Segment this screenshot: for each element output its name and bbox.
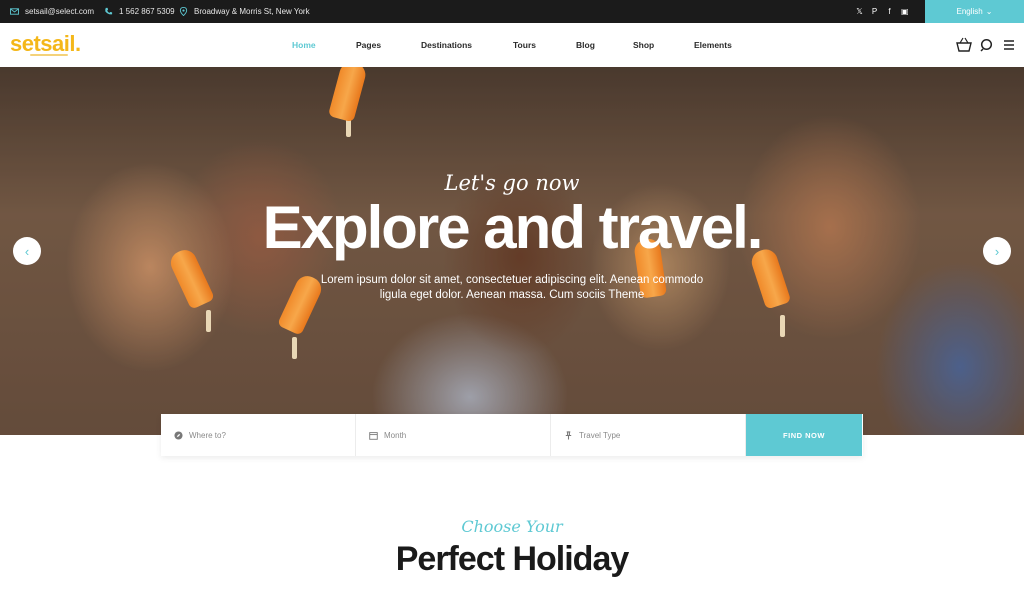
compass-icon — [174, 430, 183, 440]
where-to-placeholder: Where to? — [189, 430, 226, 440]
popsicle-stick — [780, 315, 785, 337]
facebook-icon[interactable]: f — [886, 0, 893, 23]
nav-shop[interactable]: Shop — [633, 40, 654, 50]
logo-underline — [30, 54, 68, 56]
chevron-left-icon: ‹ — [24, 243, 30, 259]
chevron-right-icon: › — [994, 243, 1000, 259]
tour-search-form: Where to? Month Travel Type FIND NOW — [161, 414, 863, 456]
location-pin-icon — [179, 7, 188, 16]
address-text: Broadway & Morris St, New York — [194, 7, 310, 16]
language-selector[interactable]: English ⌄ — [925, 0, 1024, 23]
where-to-field[interactable]: Where to? — [161, 414, 356, 456]
twitter-icon[interactable]: 𝕏 — [856, 0, 863, 23]
basket-icon[interactable] — [956, 35, 972, 55]
travel-type-field[interactable]: Travel Type — [551, 414, 746, 456]
nav-pages[interactable]: Pages — [356, 40, 381, 50]
pinterest-icon[interactable]: P — [871, 0, 878, 23]
nav-destinations[interactable]: Destinations — [421, 40, 472, 50]
month-field[interactable]: Month — [356, 414, 551, 456]
hero-subtitle: Let's go now — [444, 171, 580, 195]
phone-icon — [105, 7, 113, 15]
month-placeholder: Month — [384, 430, 407, 440]
email-text: setsail@select.com — [25, 7, 95, 16]
menu-icon[interactable] — [1002, 35, 1016, 55]
phone-text: 1 562 867 5309 — [119, 7, 175, 16]
pin-icon — [565, 430, 572, 440]
hero-text: Lorem ipsum dolor sit amet, consectetuer… — [300, 273, 724, 303]
language-label: English — [956, 7, 983, 16]
prev-slide-button[interactable]: ‹ — [13, 237, 41, 265]
top-bar: setsail@select.com 1 562 867 5309 Broadw… — [0, 0, 1024, 23]
next-slide-button[interactable]: › — [983, 237, 1011, 265]
section-subtitle: Choose Your — [461, 517, 563, 536]
social-links: 𝕏 P f ▣ — [856, 0, 908, 23]
hero-slider: Let's go now Explore and travel. Lorem i… — [0, 67, 1024, 435]
hero-text-line: Lorem ipsum dolor sit amet, consectetuer… — [320, 274, 704, 286]
address-link[interactable]: Broadway & Morris St, New York — [179, 0, 310, 23]
main-header: setsail. Home Pages Destinations Tours B… — [0, 23, 1024, 67]
nav-home[interactable]: Home — [292, 40, 316, 50]
nav-blog[interactable]: Blog — [576, 40, 595, 50]
hero-text-line: ligula eget dolor. Aenean massa. Cum soc… — [379, 289, 645, 301]
nav-elements[interactable]: Elements — [694, 40, 732, 50]
popsicle-stick — [292, 337, 297, 359]
popsicle-stick — [206, 310, 211, 332]
calendar-icon — [369, 431, 378, 440]
travel-type-placeholder: Travel Type — [579, 430, 621, 440]
hero-title: Explore and travel. — [262, 194, 764, 261]
phone-link[interactable]: 1 562 867 5309 — [104, 0, 175, 23]
email-link[interactable]: setsail@select.com — [10, 0, 94, 23]
find-now-button[interactable]: FIND NOW — [746, 414, 862, 456]
search-icon[interactable] — [980, 35, 994, 55]
chevron-down-icon: ⌄ — [985, 7, 993, 16]
nav-tours[interactable]: Tours — [513, 40, 536, 50]
section-title: Perfect Holiday — [395, 540, 630, 578]
instagram-icon[interactable]: ▣ — [901, 0, 909, 23]
mail-icon — [10, 8, 19, 15]
